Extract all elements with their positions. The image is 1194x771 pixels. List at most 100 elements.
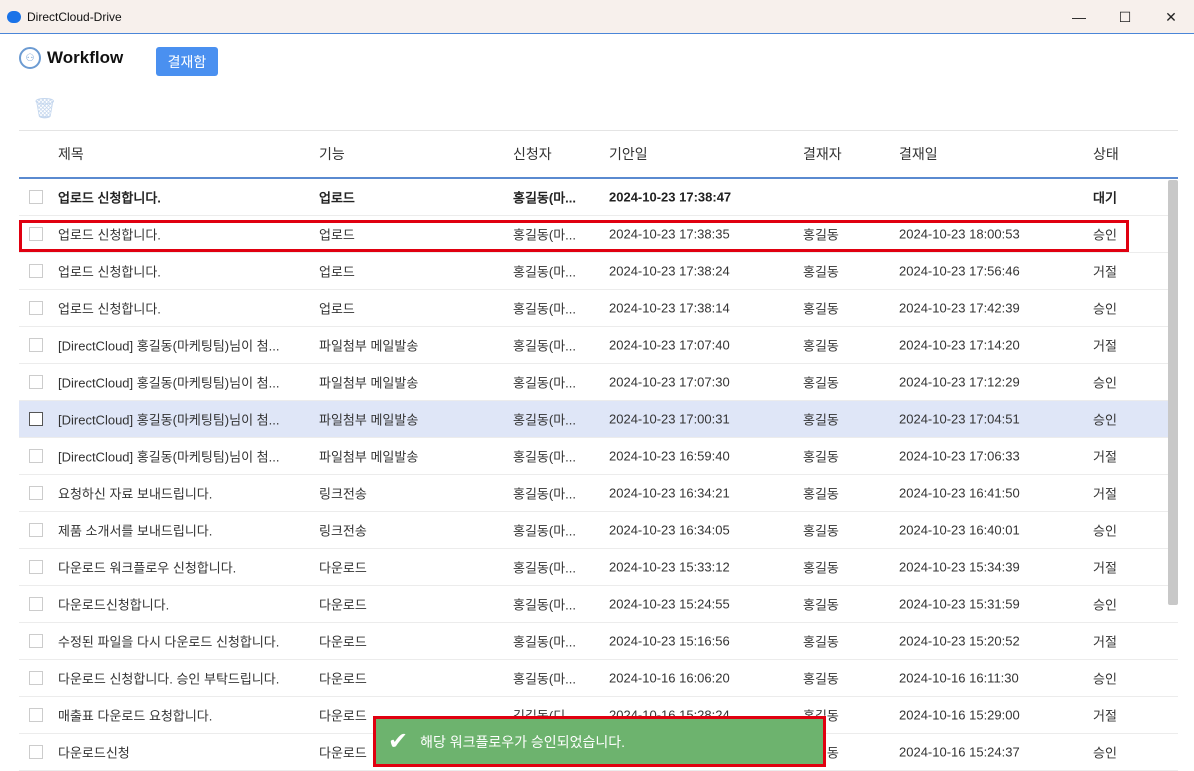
column-draft-date[interactable]: 기안일 [609, 144, 648, 164]
toast-notification: ✔ 해당 워크플로우가 승인되었습니다. [373, 716, 826, 767]
table-row[interactable]: 다운로드 워크플로우 신청합니다. 다운로드 홍길동(마... 2024-10-23 … [19, 549, 1178, 586]
row-checkbox[interactable] [29, 597, 43, 611]
cell-title: [DirectCloud] 홍길동(마케팅팀)님이 첨... [58, 338, 280, 354]
cell-approval-date: 2024-10-16 15:29:00 [899, 707, 1020, 723]
cell-approval-date: 2024-10-23 15:34:39 [899, 559, 1020, 575]
row-checkbox[interactable] [29, 449, 43, 463]
cell-title: 다운로드신청 [58, 745, 130, 761]
cell-title: 제품 소개서를 보내드립니다. [58, 523, 213, 539]
check-icon: ✔ [388, 728, 409, 755]
cell-status: 승인 [1093, 375, 1117, 391]
row-checkbox[interactable] [29, 301, 43, 315]
table-row[interactable]: [DirectCloud] 홍길동(마케팅팀)님이 첨... 파일첨부 메일발송 홍… [19, 327, 1178, 364]
cell-title: 다운로드신청합니다. [58, 597, 170, 613]
toast-message: 해당 워크플로우가 승인되었습니다. [420, 733, 625, 750]
approval-box-button[interactable]: 결재함 [156, 47, 218, 76]
cell-approval-date: 2024-10-23 17:06:33 [899, 448, 1020, 464]
column-applicant[interactable]: 신청자 [513, 144, 552, 164]
table-row[interactable]: 다운로드 신청합니다. 승인 부탁드립니다. 다운로드 홍길동(마... 2024-1… [19, 660, 1178, 697]
cell-applicant: 홍길동(마... [513, 449, 577, 465]
table-row[interactable]: 업로드 신청합니다. 업로드 홍길동(마... 2024-10-23 17:38:47… [19, 179, 1178, 216]
row-checkbox[interactable] [29, 560, 43, 574]
cell-function: 다운로드 [319, 708, 367, 724]
cell-approver: 홍길동 [803, 264, 839, 280]
highlight-box [19, 220, 1129, 252]
column-status[interactable]: 상태 [1093, 144, 1119, 164]
cell-title: [DirectCloud] 홍길동(마케팅팀)님이 첨... [58, 412, 280, 428]
cell-approver: 홍길동 [803, 301, 839, 317]
cell-approval-date: 2024-10-16 16:11:30 [899, 670, 1019, 686]
cell-status: 거절 [1093, 449, 1117, 465]
cell-draft-date: 2024-10-23 17:38:47 [609, 189, 732, 205]
cell-status: 승인 [1093, 671, 1117, 687]
row-checkbox[interactable] [29, 634, 43, 648]
row-checkbox[interactable] [29, 671, 43, 685]
cell-status: 대기 [1093, 190, 1117, 206]
cell-title: 다운로드 신청합니다. 승인 부탁드립니다. [58, 671, 280, 687]
row-checkbox[interactable] [29, 523, 43, 537]
cell-status: 거절 [1093, 634, 1117, 650]
cell-applicant: 홍길동(마... [513, 375, 577, 391]
cell-approval-date: 2024-10-23 15:20:52 [899, 633, 1020, 649]
cell-draft-date: 2024-10-23 16:59:40 [609, 448, 730, 464]
cell-draft-date: 2024-10-16 16:06:20 [609, 670, 730, 686]
cell-status: 거절 [1093, 560, 1117, 576]
row-checkbox[interactable] [29, 708, 43, 722]
cell-applicant: 홍길동(마... [513, 264, 577, 280]
cell-approver: 홍길동 [803, 634, 839, 650]
cell-approval-date: 2024-10-23 17:42:39 [899, 300, 1020, 316]
cell-title: [DirectCloud] 홍길동(마케팅팀)님이 첨... [58, 375, 280, 391]
cell-approval-date: 2024-10-23 16:40:01 [899, 522, 1020, 538]
row-checkbox[interactable] [29, 486, 43, 500]
cell-function: 파일첨부 메일발송 [319, 338, 419, 354]
cell-approver: 홍길동 [803, 523, 839, 539]
row-checkbox[interactable] [29, 412, 43, 426]
cell-draft-date: 2024-10-23 17:00:31 [609, 411, 730, 427]
cell-applicant: 홍길동(마... [513, 671, 577, 687]
cell-function: 파일첨부 메일발송 [319, 375, 419, 391]
column-approval-date[interactable]: 결재일 [899, 144, 938, 164]
cell-approver: 홍길동 [803, 338, 839, 354]
table-header: 제목 기능 신청자 기안일 결재자 결재일 상태 [19, 130, 1178, 179]
row-checkbox[interactable] [29, 190, 43, 204]
row-checkbox[interactable] [29, 264, 43, 278]
cell-approval-date: 2024-10-23 17:12:29 [899, 374, 1020, 390]
minimize-button[interactable]: — [1056, 0, 1102, 34]
cell-applicant: 홍길동(마... [513, 523, 577, 539]
column-approver[interactable]: 결재자 [803, 144, 842, 164]
cell-status: 승인 [1093, 745, 1117, 761]
workflow-icon: ⚇ [19, 47, 41, 69]
cell-draft-date: 2024-10-23 17:07:30 [609, 374, 730, 390]
column-title[interactable]: 제목 [58, 144, 84, 164]
table-row[interactable]: 요청하신 자료 보내드립니다. 링크전송 홍길동(마... 2024-10-23 16… [19, 475, 1178, 512]
cell-function: 업로드 [319, 264, 355, 280]
table-row[interactable]: 제품 소개서를 보내드립니다. 링크전송 홍길동(마... 2024-10-23 16… [19, 512, 1178, 549]
table-row[interactable]: [DirectCloud] 홍길동(마케팅팀)님이 첨... 파일첨부 메일발송 홍… [19, 438, 1178, 475]
cell-title: 매출표 다운로드 요청합니다. [58, 708, 213, 724]
table-row[interactable]: 업로드 신청합니다. 업로드 홍길동(마... 2024-10-23 17:38:14… [19, 290, 1178, 327]
cell-applicant: 홍길동(마... [513, 634, 577, 650]
cell-function: 파일첨부 메일발송 [319, 449, 419, 465]
row-checkbox[interactable] [29, 338, 43, 352]
table-row[interactable]: [DirectCloud] 홍길동(마케팅팀)님이 첨... 파일첨부 메일발송 홍… [19, 364, 1178, 401]
cell-function: 다운로드 [319, 745, 367, 761]
cell-applicant: 홍길동(마... [513, 338, 577, 354]
cell-draft-date: 2024-10-23 15:16:56 [609, 633, 730, 649]
cell-draft-date: 2024-10-23 17:38:14 [609, 300, 730, 316]
cell-approval-date: 2024-10-23 15:31:59 [899, 596, 1020, 612]
cell-approver: 홍길동 [803, 486, 839, 502]
maximize-button[interactable]: ☐ [1102, 0, 1148, 34]
table-row[interactable]: 수정된 파일을 다시 다운로드 신청합니다. 다운로드 홍길동(마... 2024-1… [19, 623, 1178, 660]
row-checkbox[interactable] [29, 745, 43, 759]
column-function[interactable]: 기능 [319, 144, 345, 164]
table-row[interactable]: 업로드 신청합니다. 업로드 홍길동(마... 2024-10-23 17:38:24… [19, 253, 1178, 290]
scrollbar[interactable] [1168, 180, 1178, 605]
cell-approver: 홍길동 [803, 560, 839, 576]
cell-title: 요청하신 자료 보내드립니다. [58, 486, 213, 502]
close-button[interactable]: ✕ [1148, 0, 1194, 34]
row-checkbox[interactable] [29, 375, 43, 389]
cell-status: 거절 [1093, 338, 1117, 354]
trash-icon[interactable]: 🗑 [32, 96, 57, 120]
table-row[interactable]: [DirectCloud] 홍길동(마케팅팀)님이 첨... 파일첨부 메일발송 홍… [19, 401, 1178, 438]
table-row[interactable]: 다운로드신청합니다. 다운로드 홍길동(마... 2024-10-23 15:24:5… [19, 586, 1178, 623]
